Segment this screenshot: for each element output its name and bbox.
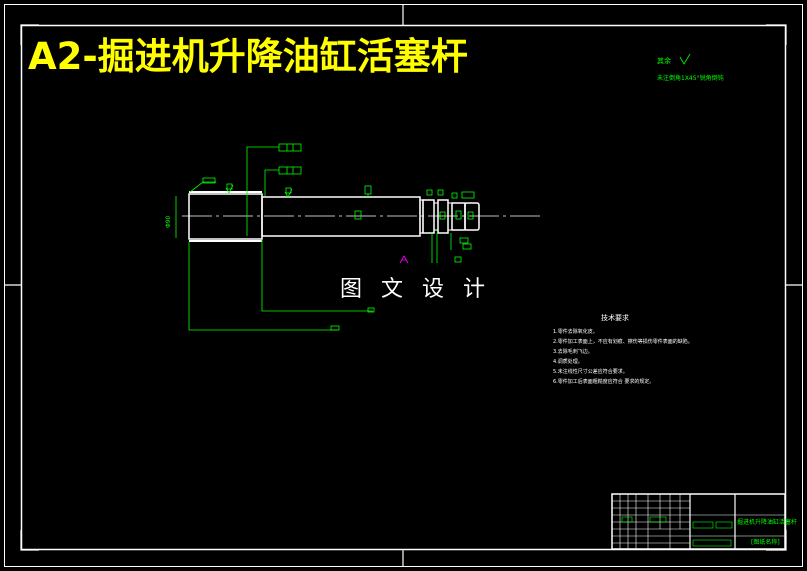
drawing-title: A2-掘进机升降油缸活塞杆 [28, 35, 468, 78]
piston-rod-drawing [182, 191, 542, 242]
title-block-drawing-no: [图纸名称] [751, 538, 780, 546]
tech-requirement-item: 2.零件加工表面上，不应有划痕、擦伤等损伤零件表面的缺陷。 [553, 338, 693, 345]
dimension-lines: Φ90 [165, 143, 475, 331]
tech-requirement-item: 6.零件加工后表面粗糙度应符合 要求的规定。 [553, 378, 654, 385]
roughness-note: 其余 未注倒角1X45°锐角倒钝 [657, 53, 724, 82]
title-block: 掘进机升降油缸活塞杆 [图纸名称] [611, 493, 797, 550]
roughness-symbol-icon [679, 53, 691, 65]
cad-drawing-sheet: A2-掘进机升降油缸活塞杆 其余 未注倒角1X45°锐角倒钝 Φ90 图 文 设… [4, 4, 803, 567]
watermark-text: 图 文 设 计 [340, 277, 491, 302]
tech-requirement-item: 4.调质处理。 [553, 358, 583, 365]
tech-requirements: 技术要求 1.零件去除氧化皮。 2.零件加工表面上，不应有划痕、擦伤等损伤零件表… [553, 313, 693, 385]
rod-left-section [188, 193, 263, 240]
roughness-note-label: 其余 [657, 56, 671, 65]
marker-icon [399, 255, 409, 264]
roughness-note-chamfer: 未注倒角1X45°锐角倒钝 [657, 74, 724, 82]
title-block-part-name: 掘进机升降油缸活塞杆 [737, 518, 797, 526]
svg-text:Φ90: Φ90 [165, 215, 172, 228]
tech-requirement-item: 3.去除毛刺飞边。 [553, 348, 593, 355]
rod-shaft [261, 196, 421, 237]
tech-requirement-item: 1.零件去除氧化皮。 [553, 328, 598, 335]
tech-requirements-heading: 技术要求 [601, 313, 629, 322]
tech-requirement-item: 5.未注线性尺寸公差应符合要求。 [553, 368, 628, 375]
